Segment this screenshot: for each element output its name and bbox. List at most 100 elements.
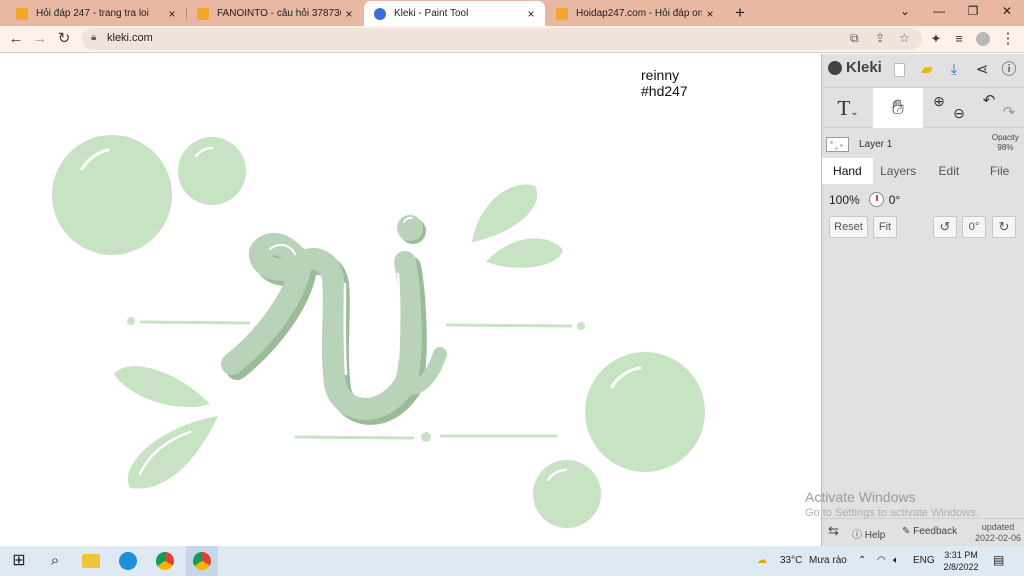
windows-taskbar: ⊞ ⌕ ☁︎ 33°C Mưa rào ⌃ ◠ 🔈︎ ENG 3:31 PM 2… [0, 546, 1024, 576]
tab-search-chevron-icon[interactable]: ⌄ [888, 0, 922, 24]
kleki-favicon-icon [374, 7, 386, 20]
feedback-label: Feedback [913, 526, 958, 537]
fit-button[interactable]: Fit [873, 216, 897, 238]
rotation-reset-button[interactable]: 0° [962, 216, 986, 238]
close-tab-icon[interactable]: × [164, 7, 180, 21]
layer-thumbnail [826, 137, 849, 152]
rotate-left-icon[interactable]: ↺ [933, 216, 957, 238]
back-arrow-icon[interactable]: ← [5, 28, 27, 50]
new-image-icon[interactable] [888, 59, 910, 81]
browser-menu-icon[interactable]: ⋮ [997, 28, 1019, 50]
kleki-logo-icon [828, 60, 842, 75]
activate-windows-subtitle: Go to Settings to activate Windows. [805, 507, 979, 519]
language-indicator[interactable]: ENG [913, 555, 935, 566]
tab-layers[interactable]: Layers [873, 158, 924, 184]
tab-hoidap-trang-tra-loi[interactable]: Hỏi đáp 247 - trang tra loi × [6, 1, 186, 26]
windows-start-icon[interactable]: ⊞ [8, 550, 30, 572]
wifi-icon[interactable]: ◠ [877, 555, 886, 566]
kleki-logo[interactable]: Kleki [828, 59, 882, 76]
updated-info: updated 2022-02-06 [975, 522, 1021, 544]
rotation-value: 0° [888, 192, 901, 207]
reload-icon[interactable]: ↻ [53, 28, 75, 50]
close-window-icon[interactable]: ✕ [990, 0, 1024, 24]
kleki-logo-text: Kleki [846, 59, 882, 76]
close-tab-icon[interactable]: × [702, 7, 718, 21]
translate-icon[interactable]: ⧉ [850, 31, 859, 46]
volume-icon[interactable]: 🔈︎ [893, 555, 899, 566]
zoom-in-icon[interactable]: ⊕ [929, 88, 949, 128]
updated-label: updated [981, 522, 1015, 532]
tab-hand[interactable]: Hand [822, 158, 873, 184]
file-explorer-icon[interactable] [80, 550, 102, 572]
tab-title: Kleki - Paint Tool [394, 8, 469, 19]
weather-description[interactable]: Mưa rào [809, 555, 847, 566]
temperature[interactable]: 33°C [780, 555, 802, 566]
hoidap-favicon-icon [556, 7, 568, 20]
compass-icon[interactable] [868, 192, 884, 207]
canvas-artwork [52, 135, 705, 528]
notifications-icon[interactable]: ▤ [993, 553, 1004, 567]
swap-sides-icon[interactable]: ⇆ [828, 523, 839, 539]
help-circle-icon: ⓘ [852, 530, 865, 541]
feedback-link[interactable]: ✎ Feedback [902, 526, 957, 537]
lock-icon: 🔒︎ [91, 32, 97, 43]
opacity-value: 98% [997, 143, 1014, 152]
undo-icon[interactable]: ↶ [979, 88, 999, 128]
minimize-icon[interactable]: — [922, 0, 956, 24]
forward-arrow-icon[interactable]: → [29, 28, 51, 50]
leaf [114, 366, 210, 408]
panel-tabs: Hand Layers Edit File [822, 158, 1024, 184]
text-tool-glyph: T [837, 96, 851, 120]
tab-title: Hoidap247.com - Hỏi đáp online [576, 8, 702, 19]
signature-text: reinny #hd247 [641, 67, 688, 99]
chrome-active-icon[interactable] [186, 546, 218, 576]
reset-button[interactable]: Reset [829, 216, 868, 238]
search-icon[interactable]: ⌕ [44, 550, 66, 572]
close-tab-icon[interactable]: × [523, 7, 539, 21]
browser-toolbar: ← → ↻ 🔒︎ kleki.com ⧉ ⇪ ☆ ✦ ≡ ⋮ [0, 26, 1024, 53]
download-icon[interactable]: ⤓ [943, 59, 965, 81]
tab-file[interactable]: File [974, 158, 1024, 184]
bubble [52, 135, 172, 255]
hoidap-favicon-icon [197, 7, 209, 20]
rotate-right-icon[interactable]: ↻ [992, 216, 1016, 238]
reading-list-icon[interactable]: ≡ [948, 28, 970, 50]
text-tool-icon[interactable]: T⌄ [828, 88, 868, 128]
help-link[interactable]: ⓘ Help [852, 526, 885, 541]
help-circle-icon[interactable]: ⓘ [998, 59, 1020, 81]
drawing-canvas[interactable]: reinny #hd247 [0, 54, 821, 546]
address-url[interactable]: kleki.com [107, 32, 153, 44]
profile-avatar-icon[interactable] [972, 28, 994, 50]
restore-icon[interactable]: ❐ [956, 0, 990, 24]
system-clock[interactable]: 3:31 PM 2/8/2022 [938, 549, 984, 573]
hoidap-favicon-icon [16, 7, 28, 20]
extensions-puzzle-icon[interactable]: ✦ [925, 28, 947, 50]
tray-chevron-icon[interactable]: ⌃ [858, 555, 866, 566]
tab-edit[interactable]: Edit [924, 158, 975, 184]
layer-opacity[interactable]: Opacity 98% [992, 133, 1019, 153]
chrome-icon[interactable] [154, 550, 176, 572]
signature-line-1: reinny [641, 67, 680, 83]
hand-tool-icon[interactable]: ✋︎ [873, 88, 923, 128]
opacity-label: Opacity [991, 133, 1019, 142]
share-page-icon[interactable]: ⇪ [875, 31, 885, 45]
updated-date: 2022-02-06 [974, 533, 1021, 543]
close-tab-icon[interactable]: × [341, 7, 357, 21]
open-folder-icon[interactable]: ▰ [916, 59, 938, 81]
bookmark-star-icon[interactable]: ☆ [899, 31, 910, 45]
edge-browser-icon[interactable] [117, 550, 139, 572]
activate-windows-title: Activate Windows [805, 489, 916, 505]
new-tab-button[interactable]: + [729, 2, 751, 24]
address-bar[interactable]: 🔒︎ kleki.com ⧉ ⇪ ☆ [82, 28, 922, 50]
kleki-tool-panel: Kleki ▰ ⤓ ⋖ ⓘ T⌄ ✋︎ ⊕ ⊖ ↶ ↷ Layer 1 Opac… [821, 54, 1024, 546]
active-layer-row[interactable]: Layer 1 Opacity 98% [822, 130, 1024, 158]
share-icon[interactable]: ⋖ [971, 59, 993, 81]
tab-fanointo[interactable]: FANOINTO - câu hỏi 3787366 - H × [187, 1, 363, 26]
tab-hoidap247[interactable]: Hoidap247.com - Hỏi đáp online × [546, 1, 724, 26]
leaf [472, 184, 538, 242]
weather-icon[interactable]: ☁︎ [757, 555, 767, 566]
tab-title: Hỏi đáp 247 - trang tra loi [36, 8, 149, 19]
view-status: 100% 0° [829, 192, 900, 207]
tab-kleki[interactable]: Kleki - Paint Tool × [364, 1, 545, 26]
signature-line-2: #hd247 [641, 83, 688, 99]
